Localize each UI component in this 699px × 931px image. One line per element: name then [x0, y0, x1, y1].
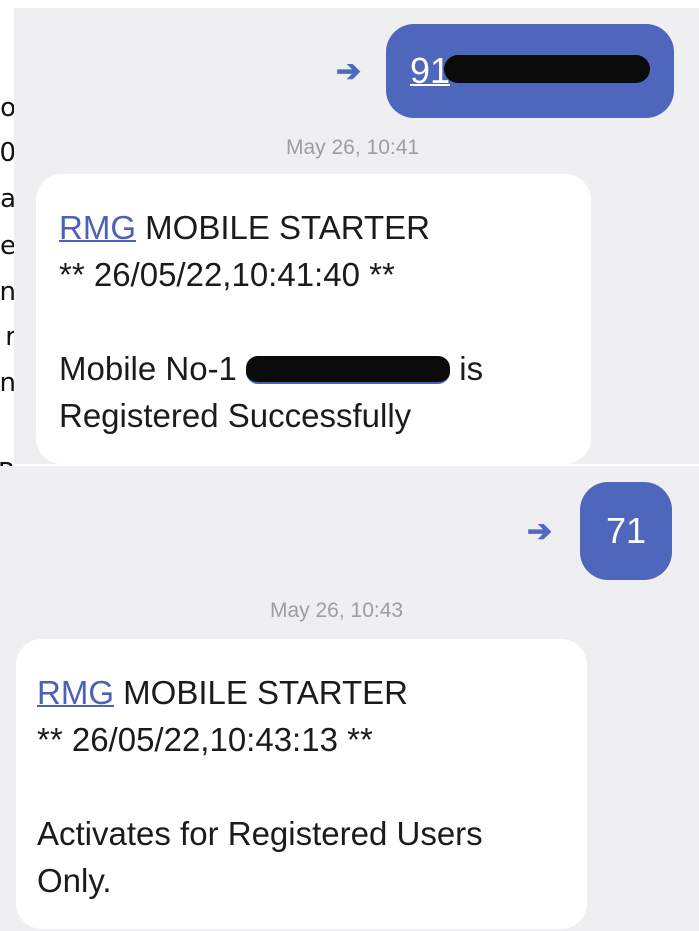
conversation-panel-2: ➔ 71 May 26, 10:43 RMG MOBILE STARTER **…: [0, 466, 699, 931]
incoming-message-bubble: RMG MOBILE STARTER ** 26/05/22,10:41:40 …: [36, 174, 591, 464]
message-timestamp: May 26, 10:41: [286, 136, 420, 159]
message-body-line2: Registered Successfully: [59, 397, 412, 434]
outgoing-text: 71: [605, 510, 647, 551]
message-timestamp: May 26, 10:43: [270, 599, 404, 622]
message-title: RMG MOBILE STARTER: [37, 674, 409, 711]
arrow-right-icon: ➔: [527, 515, 553, 548]
redacted-mobile-link[interactable]: [246, 356, 451, 384]
message-body-line2: Only.: [37, 862, 112, 899]
message-body-line1: Mobile No-1 is: [59, 350, 484, 387]
message-datetime: ** 26/05/22,10:41:40 **: [59, 256, 395, 293]
arrow-right-icon: ➔: [336, 55, 362, 88]
conversation-panel-1: ➔ 91 May 26, 10:41 RMG MOBILE STARTER **…: [14, 8, 699, 464]
sender-link[interactable]: RMG: [59, 209, 136, 246]
incoming-message-bubble: RMG MOBILE STARTER ** 26/05/22,10:43:13 …: [16, 639, 587, 929]
sender-link[interactable]: RMG: [37, 674, 114, 711]
message-title: RMG MOBILE STARTER: [59, 209, 431, 246]
outgoing-message-bubble[interactable]: 91: [386, 24, 674, 118]
redaction-mark: [444, 55, 650, 83]
message-datetime: ** 26/05/22,10:43:13 **: [37, 721, 373, 758]
outgoing-message-bubble[interactable]: 71: [580, 482, 672, 580]
message-body-line1: Activates for Registered Users: [37, 815, 483, 852]
